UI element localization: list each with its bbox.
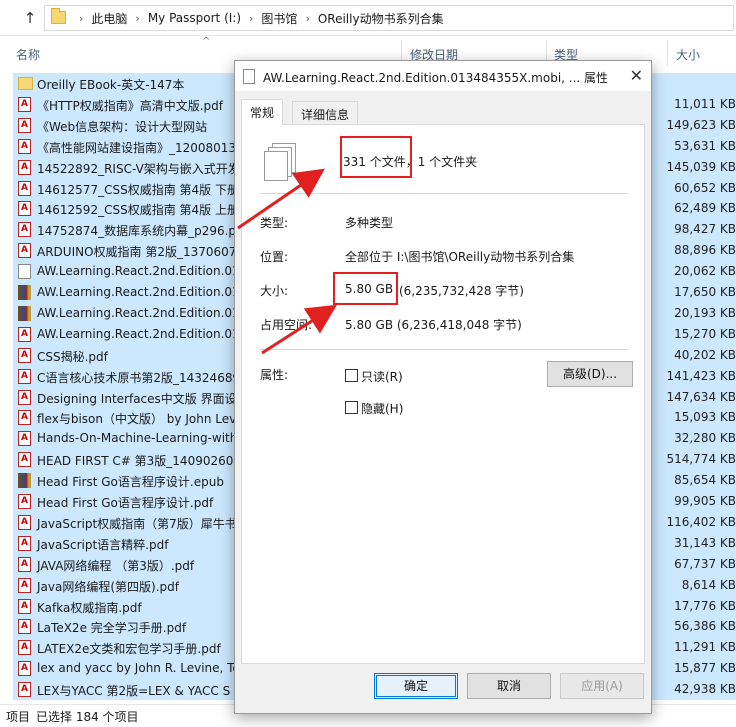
arrow-to-file-count xyxy=(237,168,325,230)
annotation-arrows xyxy=(237,168,338,355)
arrow-to-size xyxy=(261,304,338,355)
tab-general[interactable]: 常规 xyxy=(241,99,284,125)
